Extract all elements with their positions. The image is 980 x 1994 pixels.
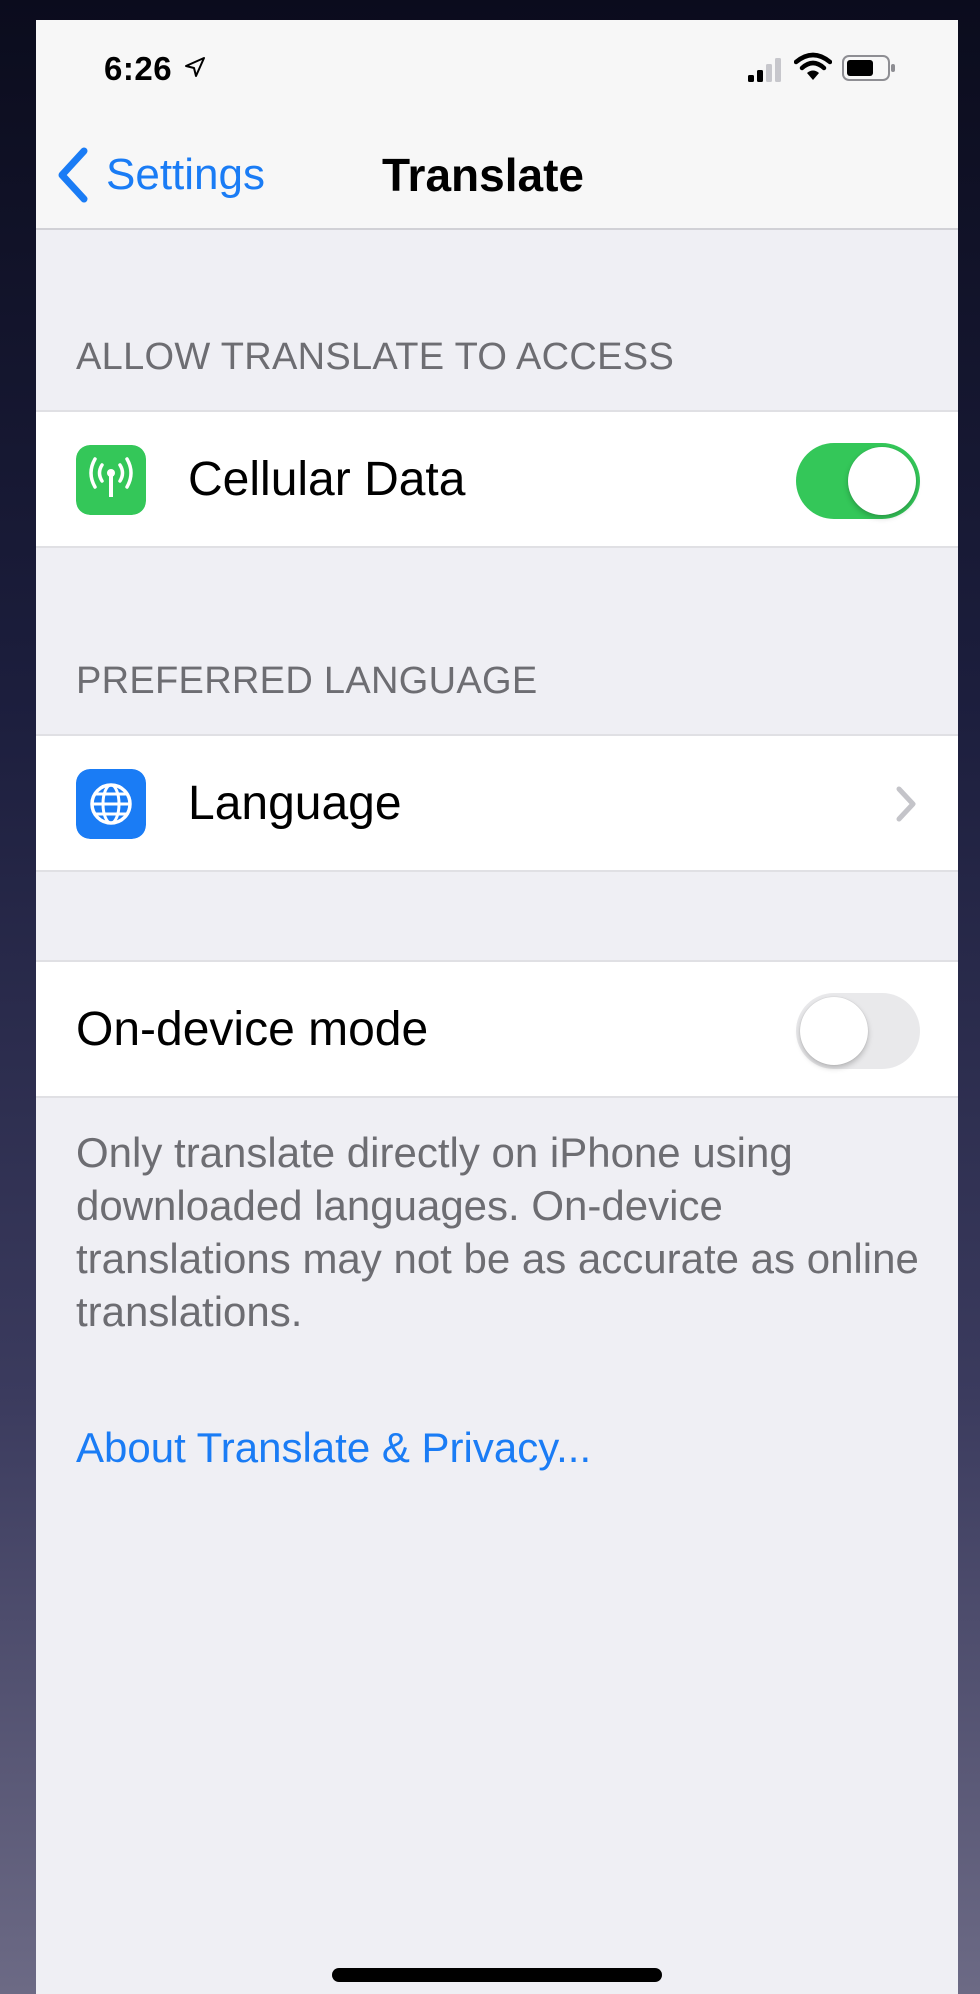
cellular-data-row: Cellular Data [36, 410, 958, 548]
page-title: Translate [382, 149, 584, 201]
cellular-antenna-icon [76, 445, 146, 515]
status-time: 6:26 [104, 50, 173, 87]
globe-icon [76, 769, 146, 839]
on-device-mode-label: On-device mode [76, 1003, 429, 1056]
home-indicator[interactable] [332, 1968, 662, 1982]
on-device-mode-description: Only translate directly on iPhone using … [76, 1129, 919, 1335]
section-header-preferred-language: PREFERRED LANGUAGE [76, 660, 538, 702]
location-arrow-icon [185, 57, 205, 77]
on-device-mode-toggle[interactable] [796, 993, 920, 1069]
toggle-knob [800, 997, 868, 1065]
cellular-data-toggle[interactable] [796, 443, 920, 519]
language-label: Language [188, 777, 402, 830]
back-button[interactable]: Settings [54, 140, 265, 210]
chevron-right-icon [896, 786, 916, 822]
cellular-data-label: Cellular Data [188, 453, 466, 506]
navigation-area: 6:26 Settings Translate [36, 20, 958, 230]
language-row[interactable]: Language [36, 734, 958, 872]
wifi-icon [794, 52, 832, 80]
back-label: Settings [106, 150, 265, 199]
toggle-knob [848, 447, 916, 515]
battery-icon [842, 55, 895, 81]
on-device-mode-row: On-device mode [36, 960, 958, 1098]
cellular-signal-icon [748, 58, 781, 82]
about-privacy-link[interactable]: About Translate & Privacy... [76, 1424, 591, 1472]
settings-screen: 6:26 Settings Translate ALLOW TRANSLATE … [36, 20, 958, 1994]
section-header-access: ALLOW TRANSLATE TO ACCESS [76, 336, 675, 378]
chevron-left-icon [58, 147, 88, 203]
